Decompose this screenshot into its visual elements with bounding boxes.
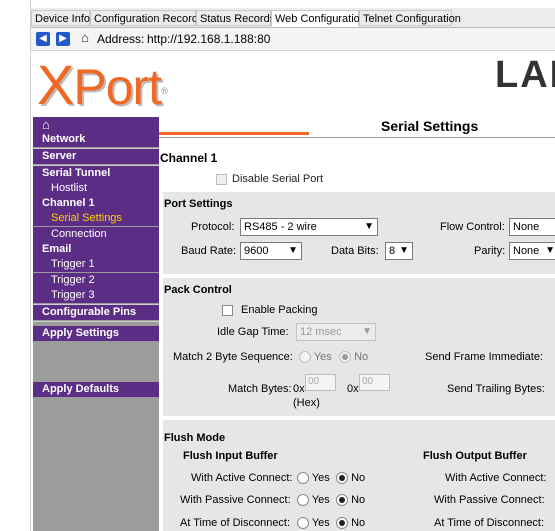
banner: XPort® LAN (31, 51, 555, 117)
chevron-down-icon: ▼ (364, 221, 374, 232)
input-passive-yes-radio[interactable]: Yes (297, 494, 330, 507)
enable-packing-label: Enable Packing (241, 304, 318, 316)
hex-prefix-2: 0x (347, 383, 359, 395)
send-frame-immediate-label: Send Frame Immediate: (425, 351, 543, 363)
sidebar-item-trigger-3[interactable]: Trigger 3 (33, 288, 159, 303)
match-bytes-label: Match Bytes: (228, 383, 292, 395)
sidebar-item-network[interactable]: Network (33, 132, 159, 147)
sidebar-item-connection[interactable]: Connection (33, 227, 159, 242)
sidebar: ⌂ Network Server Serial Tunnel Hostlist … (33, 117, 159, 531)
input-active-yes-radio[interactable]: Yes (297, 472, 330, 485)
input-active-connect-label: With Active Connect: (191, 472, 293, 484)
output-active-connect-label: With Active Connect: (445, 472, 547, 484)
page-title: Serial Settings (381, 118, 479, 134)
idle-gap-select[interactable]: 12 msec ▼ (296, 323, 376, 341)
pack-control-section: Pack Control Enable Packing Idle Gap Tim… (163, 278, 555, 416)
tab-configuration-records[interactable]: Configuration Records (90, 10, 203, 26)
title-accent (159, 132, 309, 135)
input-active-no-radio[interactable]: No (336, 472, 365, 485)
sidebar-item-channel-1[interactable]: Channel 1 (33, 196, 159, 211)
data-bits-select[interactable]: 8 ▼ (385, 242, 413, 260)
parity-select[interactable]: None ▼ (509, 242, 555, 260)
sidebar-item-serial-tunnel[interactable]: Serial Tunnel (33, 166, 159, 181)
apply-settings-button[interactable]: Apply Settings (33, 326, 159, 341)
tab-web-configuration[interactable]: Web Configuration (271, 10, 366, 27)
flow-control-select[interactable]: None (509, 218, 555, 236)
home-icon[interactable]: ⌂ (78, 31, 92, 45)
input-disconnect-yes-radio[interactable]: Yes (297, 517, 330, 530)
title-bar: Serial Settings (159, 117, 555, 138)
disable-serial-port-label: Disable Serial Port (232, 173, 324, 185)
match-byte-2-input[interactable]: 00 (359, 374, 390, 391)
idle-gap-label: Idle Gap Time: (217, 326, 289, 338)
baud-rate-select[interactable]: 9600 ▼ (240, 242, 302, 260)
sidebar-item-trigger-2[interactable]: Trigger 2 (33, 273, 159, 288)
flow-control-label: Flow Control: (440, 221, 505, 233)
brand-logo: LAN (495, 54, 555, 96)
output-disconnect-label: At Time of Disconnect: (434, 517, 545, 529)
port-settings-section: Port Settings Protocol: RS485 - 2 wire ▼ … (163, 192, 555, 274)
xport-logo: XPort® (37, 53, 168, 116)
address-label: Address: (97, 32, 145, 46)
sidebar-item-trigger-1[interactable]: Trigger 1 (33, 257, 159, 272)
sidebar-item-serial-settings[interactable]: Serial Settings (33, 211, 159, 226)
output-passive-connect-label: With Passive Connect: (434, 494, 545, 506)
chevron-down-icon: ▼ (288, 245, 298, 256)
pack-control-heading: Pack Control (164, 284, 232, 296)
sidebar-item-configurable-pins[interactable]: Configurable Pins (33, 305, 159, 320)
send-trailing-bytes-label: Send Trailing Bytes: (447, 383, 545, 395)
back-icon[interactable]: ◀ (36, 32, 50, 46)
protocol-select[interactable]: RS485 - 2 wire ▼ (240, 218, 378, 236)
flush-mode-section: Flush Mode Flush Input Buffer Flush Outp… (163, 420, 555, 531)
tab-status-records[interactable]: Status Records (196, 10, 275, 26)
disable-serial-port-checkbox[interactable] (216, 173, 227, 185)
apply-defaults-button[interactable]: Apply Defaults (33, 382, 159, 397)
chevron-down-icon: ▼ (362, 326, 372, 337)
flush-input-heading: Flush Input Buffer (183, 450, 278, 462)
input-disconnect-no-radio[interactable]: No (336, 517, 365, 530)
input-disconnect-label: At Time of Disconnect: (180, 517, 291, 529)
tab-telnet-configuration[interactable]: Telnet Configuration (359, 10, 461, 26)
parity-label: Parity: (474, 245, 506, 257)
left-pane (0, 0, 31, 531)
enable-packing-checkbox[interactable] (222, 304, 233, 316)
sidebar-item-email[interactable]: Email (33, 242, 159, 257)
match-2-byte-yes-radio[interactable]: Yes (299, 351, 332, 364)
tab-device-info[interactable]: Device Info (31, 10, 90, 26)
address-bar: ◀ ▶ ⌂ Address: http://192.168.1.188:80 (31, 28, 555, 51)
chevron-down-icon: ▼ (545, 245, 555, 256)
port-settings-heading: Port Settings (164, 198, 233, 210)
match-2-byte-label: Match 2 Byte Sequence: (173, 351, 293, 363)
hex-prefix-1: 0x (293, 383, 305, 395)
baud-rate-label: Baud Rate: (181, 245, 237, 257)
forward-icon[interactable]: ▶ (56, 32, 70, 46)
sidebar-item-hostlist[interactable]: Hostlist (33, 181, 159, 196)
hex-note: (Hex) (293, 397, 320, 409)
tab-bar: Device Info Configuration Records Status… (31, 8, 555, 28)
protocol-label: Protocol: (191, 221, 235, 233)
input-passive-connect-label: With Passive Connect: (180, 494, 291, 506)
flush-output-heading: Flush Output Buffer (423, 450, 527, 462)
match-2-byte-no-radio[interactable]: No (339, 351, 368, 364)
channel-heading: Channel 1 (160, 151, 218, 165)
main-content: Serial Settings Channel 1 Disable Serial… (159, 117, 555, 531)
match-byte-1-input[interactable]: 00 (305, 374, 336, 391)
address-url[interactable]: http://192.168.1.188:80 (147, 32, 270, 46)
sidebar-item-server[interactable]: Server (33, 149, 159, 164)
chevron-down-icon: ▼ (399, 245, 409, 256)
flush-mode-heading: Flush Mode (164, 432, 226, 444)
data-bits-label: Data Bits: (331, 245, 379, 257)
home-icon[interactable]: ⌂ (33, 117, 159, 132)
input-passive-no-radio[interactable]: No (336, 494, 365, 507)
